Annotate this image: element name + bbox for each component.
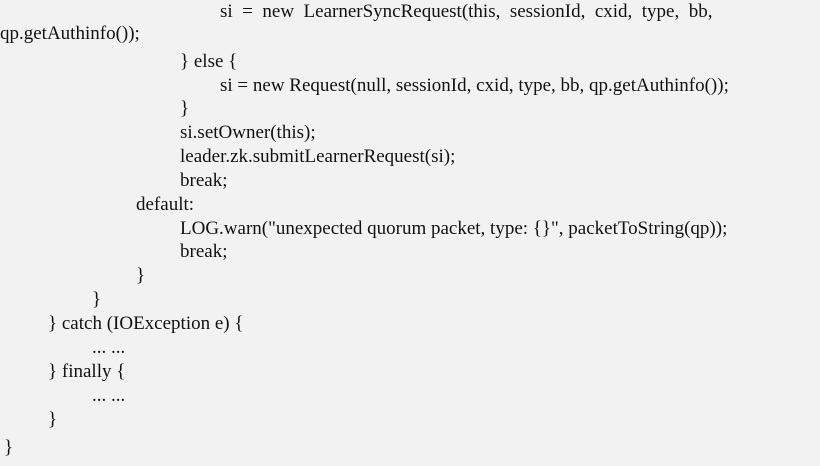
code-line: qp.getAuthinfo()); <box>0 23 140 44</box>
code-line: } <box>180 98 190 119</box>
code-line: si.setOwner(this); <box>180 122 316 143</box>
code-line: } <box>48 409 58 430</box>
code-line: break; <box>180 170 228 191</box>
code-line: } catch (IOException e) { <box>48 313 244 334</box>
code-line: } <box>4 437 14 458</box>
code-line: default: <box>136 194 195 215</box>
code-line: } <box>92 289 102 310</box>
code-line: } else { <box>180 51 238 72</box>
code-line: si = new LearnerSyncRequest(this, sessio… <box>220 1 713 22</box>
code-line: leader.zk.submitLearnerRequest(si); <box>180 146 456 167</box>
code-line: break; <box>180 241 228 262</box>
code-line: ... ... <box>92 337 126 358</box>
code-line: } <box>136 265 146 286</box>
code-block: si = new LearnerSyncRequest(this, sessio… <box>0 0 820 466</box>
code-line: si = new Request(null, sessionId, cxid, … <box>220 75 729 96</box>
code-line: ... ... <box>92 385 126 406</box>
code-line: } finally { <box>48 361 126 382</box>
code-line: LOG.warn("unexpected quorum packet, type… <box>180 218 728 239</box>
